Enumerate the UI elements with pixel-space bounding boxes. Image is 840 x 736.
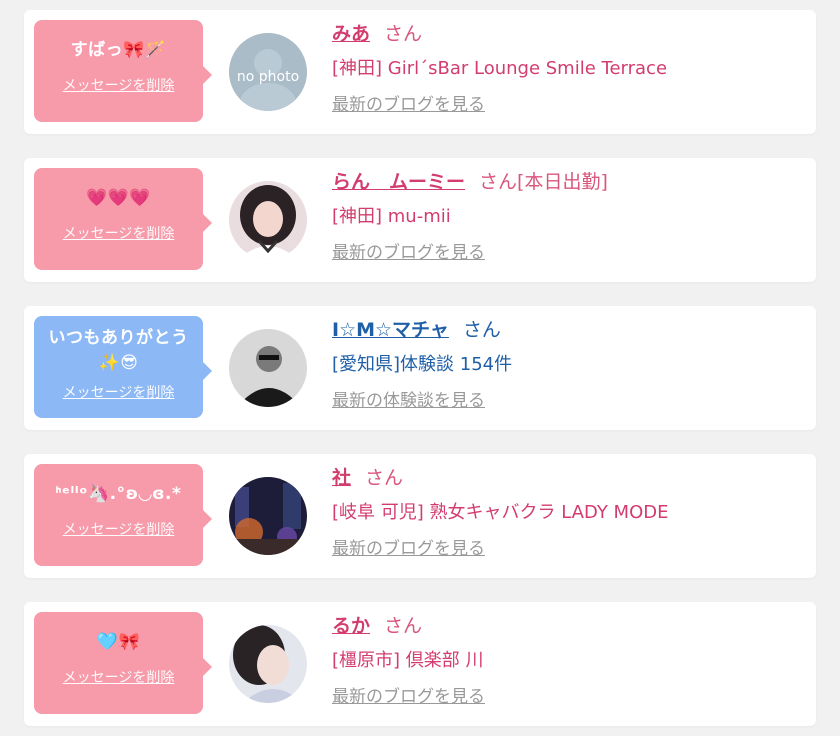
user-name-link[interactable]: 社 (332, 467, 351, 489)
delete-message-link[interactable]: メッセージを削除 (63, 223, 175, 243)
message-bubble: いつもありがとう ✨😎 メッセージを削除 (34, 316, 212, 418)
san-suffix: さん (384, 23, 423, 45)
san-suffix: さん (462, 319, 501, 341)
message-card: 💗💗💗 メッセージを削除 らん ムーミー さん[本日出勤] [神田] mu-mii… (24, 158, 816, 282)
status-text: [本日出勤] (517, 171, 608, 193)
avatar[interactable] (229, 181, 307, 259)
user-name-link[interactable]: みあ (332, 23, 370, 45)
avatar[interactable] (229, 477, 307, 555)
latest-blog-link[interactable]: 最新のブログを見る (332, 535, 485, 563)
user-name-link[interactable]: I☆M☆マチャ (332, 319, 449, 341)
san-suffix: さん (365, 467, 404, 489)
message-text: 💗💗💗 (85, 188, 151, 208)
shop-name: [橿原市] 倶楽部 川 (332, 650, 484, 671)
avatar[interactable] (229, 625, 307, 703)
no-photo-text: no photo (237, 69, 299, 85)
latest-blog-link[interactable]: 最新のブログを見る (332, 239, 485, 267)
message-list: すばっ🎀🪄 メッセージを削除 no photo みあ さん [神田] Girl´s… (0, 0, 840, 736)
latest-blog-link[interactable]: 最新のブログを見る (332, 91, 485, 119)
shop-name: [神田] Girl´sBar Lounge Smile Terrace (332, 58, 668, 79)
user-name-link[interactable]: るか (332, 615, 370, 637)
delete-message-link[interactable]: メッセージを削除 (63, 519, 175, 539)
message-bubble: ᑋᵉᑊᑊᵒ🦄.°ʚ◡ɞ.* メッセージを削除 (34, 464, 212, 566)
delete-message-link[interactable]: メッセージを削除 (63, 667, 175, 687)
delete-message-link[interactable]: メッセージを削除 (63, 382, 175, 402)
delete-message-link[interactable]: メッセージを削除 (63, 75, 175, 95)
message-text: すばっ🎀🪄 (70, 40, 167, 60)
shop-name: [神田] mu-mii (332, 206, 451, 227)
message-bubble: 🩵🎀 メッセージを削除 (34, 612, 212, 714)
user-name-link[interactable]: らん ムーミー (332, 171, 465, 193)
san-suffix: さん (479, 171, 518, 193)
avatar[interactable] (229, 329, 307, 407)
shop-name: [愛知県]体験談 154件 (332, 354, 513, 375)
message-bubble: すばっ🎀🪄 メッセージを削除 (34, 20, 212, 122)
message-text: いつもありがとう ✨😎 (48, 328, 189, 373)
avatar[interactable]: no photo (229, 33, 307, 111)
san-suffix: さん (384, 615, 423, 637)
message-card: 🩵🎀 メッセージを削除 るか さん [橿原市] 倶楽部 川 最新のブログを見る (24, 602, 816, 726)
latest-report-link[interactable]: 最新の体験談を見る (332, 387, 485, 415)
message-card: ᑋᵉᑊᑊᵒ🦄.°ʚ◡ɞ.* メッセージを削除 社さん [岐阜 可児] 熟女キャバ… (24, 454, 816, 578)
message-bubble: 💗💗💗 メッセージを削除 (34, 168, 212, 270)
shop-name: [岐阜 可児] 熟女キャバクラ LADY MODE (332, 502, 669, 523)
message-text: 🩵🎀 (96, 632, 141, 652)
latest-blog-link[interactable]: 最新のブログを見る (332, 683, 485, 711)
message-card: すばっ🎀🪄 メッセージを削除 no photo みあ さん [神田] Girl´s… (24, 10, 816, 134)
message-text: ᑋᵉᑊᑊᵒ🦄.°ʚ◡ɞ.* (55, 484, 182, 504)
message-card: いつもありがとう ✨😎 メッセージを削除 I☆M☆マチャ さん [愛知県]体験談 … (24, 306, 816, 430)
